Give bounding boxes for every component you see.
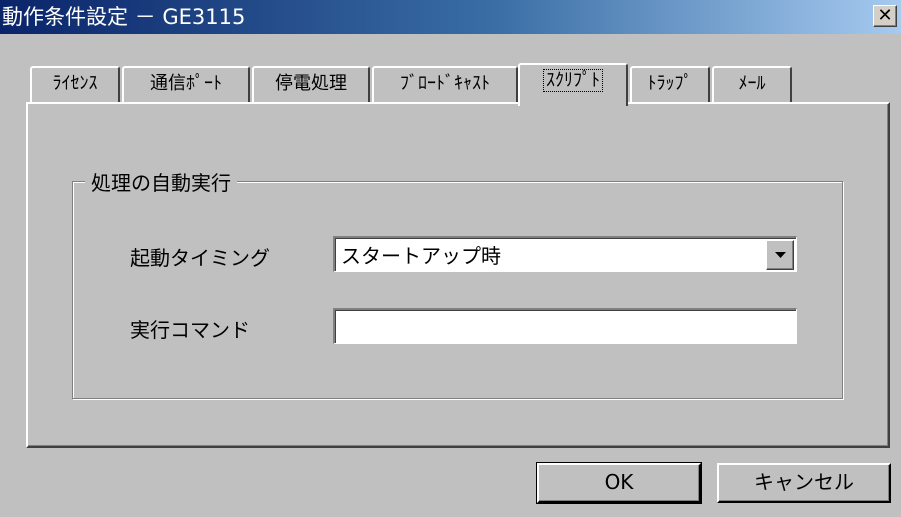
chevron-down-icon — [775, 252, 786, 258]
tab-label: 通信ﾎﾟｰﾄ — [150, 73, 222, 94]
close-icon: ✕ — [877, 5, 893, 26]
tab-label: ﾒｰﾙ — [738, 73, 766, 94]
tab-label: 停電処理 — [275, 73, 347, 94]
window-title: 動作条件設定 － GE3115 — [2, 5, 246, 29]
tab-trap[interactable]: ﾄﾗｯﾌﾟ — [630, 66, 710, 102]
tab-label: ｽｸﾘﾌﾟﾄ — [543, 69, 603, 92]
ok-button-label: OK — [604, 470, 634, 494]
command-label: 実行コマンド — [130, 318, 250, 342]
close-button[interactable]: ✕ — [873, 5, 897, 27]
cancel-button-label: キャンセル — [754, 470, 854, 494]
auto-exec-groupbox — [72, 181, 843, 399]
tab-broadcast[interactable]: ﾌﾞﾛｰﾄﾞｷｬｽﾄ — [372, 66, 518, 102]
ok-button[interactable]: OK — [536, 462, 702, 504]
start-timing-combobox[interactable]: スタートアップ時 — [333, 236, 797, 272]
tab-power-failure[interactable]: 停電処理 — [252, 66, 370, 102]
dropdown-button[interactable] — [766, 240, 794, 270]
tab-comm-port[interactable]: 通信ﾎﾟｰﾄ — [122, 66, 250, 102]
start-timing-label: 起動タイミング — [130, 246, 270, 270]
tab-label: ﾄﾗｯﾌﾟ — [647, 73, 693, 94]
tab-license[interactable]: ﾗｲｾﾝｽ — [30, 66, 120, 102]
tab-mail[interactable]: ﾒｰﾙ — [712, 66, 792, 102]
tab-script[interactable]: ｽｸﾘﾌﾟﾄ — [518, 63, 628, 106]
tab-label: ﾌﾞﾛｰﾄﾞｷｬｽﾄ — [400, 73, 490, 94]
command-input[interactable] — [333, 308, 797, 344]
title-bar: 動作条件設定 － GE3115 ✕ — [0, 0, 901, 34]
tab-label: ﾗｲｾﾝｽ — [52, 73, 98, 94]
cancel-button[interactable]: キャンセル — [717, 463, 891, 503]
start-timing-value: スタートアップ時 — [341, 244, 501, 268]
groupbox-title: 処理の自動実行 — [85, 170, 237, 196]
